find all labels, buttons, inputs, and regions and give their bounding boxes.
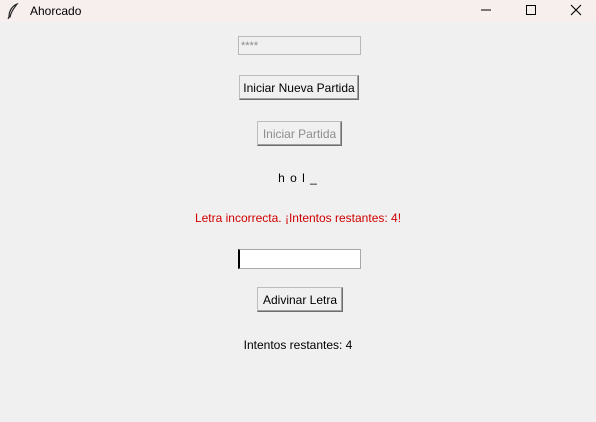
title-bar: Ahorcado [0, 0, 596, 22]
close-icon [570, 4, 582, 19]
guess-letter-button[interactable]: Adivinar Letra [257, 287, 343, 312]
maximize-icon [525, 4, 537, 19]
window-title: Ahorcado [30, 4, 82, 18]
hidden-word-display: h o l _ [278, 171, 318, 185]
attempts-remaining-label: Intentos restantes: 4 [243, 338, 353, 352]
status-message: Letra incorrecta. ¡Intentos restantes: 4… [194, 211, 402, 225]
minimize-button[interactable] [464, 0, 508, 22]
maximize-button[interactable] [509, 0, 553, 22]
feather-icon [6, 2, 20, 20]
new-game-button[interactable]: Iniciar Nueva Partida [239, 75, 359, 100]
close-button[interactable] [554, 0, 596, 22]
letter-input[interactable] [238, 249, 361, 269]
secret-word-input[interactable] [238, 36, 361, 55]
minimize-icon [480, 4, 492, 19]
start-game-button[interactable]: Iniciar Partida [257, 121, 342, 146]
